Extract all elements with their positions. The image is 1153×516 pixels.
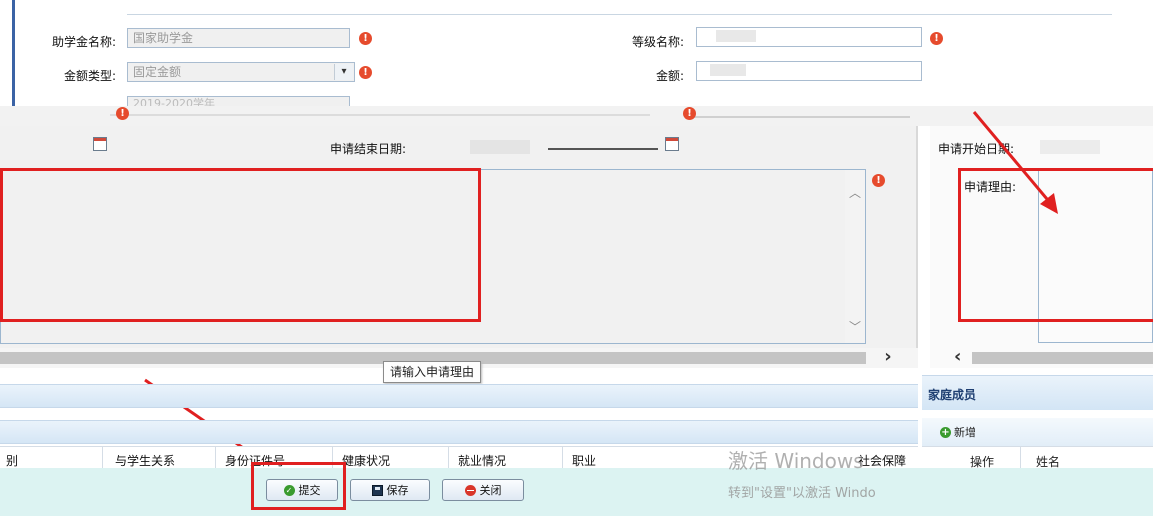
family-title: 家庭成员 (928, 388, 977, 402)
family-toolbar: + 新增 (922, 418, 1153, 446)
col-divider-1 (102, 446, 103, 468)
col-header-health: 健康状况 (342, 454, 391, 468)
left-blue-strip-2 (0, 420, 918, 444)
col-divider-5 (562, 446, 563, 468)
col-header-relation: 与学生关系 (115, 454, 176, 468)
reason-tooltip: 请输入申请理由 (383, 361, 482, 383)
add-member-button[interactable]: + 新增 (940, 424, 976, 440)
add-icon: + (940, 426, 951, 438)
col-header-employment: 就业情况 (458, 454, 507, 468)
floppy-disk-icon (371, 484, 383, 496)
arrow-to-reason (972, 111, 1054, 206)
col-divider-2 (215, 446, 216, 468)
col-header-social-security: 社会保障 (858, 454, 907, 468)
col-header-gender: 别 (6, 454, 19, 468)
button-bar (0, 468, 1153, 516)
col-header-occupation: 职业 (572, 454, 597, 468)
add-member-label: 新增 (954, 426, 976, 439)
save-button[interactable]: 保存 (350, 479, 430, 501)
family-col-divider (1020, 447, 1021, 469)
close-label: 关闭 (479, 484, 502, 497)
watermark-line-2: 转到"设置"以激活 Windo (728, 486, 876, 501)
left-blue-strip-1 (0, 384, 918, 408)
family-header: 家庭成员 (922, 375, 1153, 410)
col-divider-4 (448, 446, 449, 468)
highlight-box-submit (251, 462, 346, 510)
watermark-line-1: 激活 Windows (728, 449, 864, 473)
close-button[interactable]: 关闭 (442, 479, 524, 501)
save-label: 保存 (386, 484, 409, 497)
family-table-header: 操作 姓名 (922, 446, 1153, 469)
close-icon (464, 484, 476, 496)
